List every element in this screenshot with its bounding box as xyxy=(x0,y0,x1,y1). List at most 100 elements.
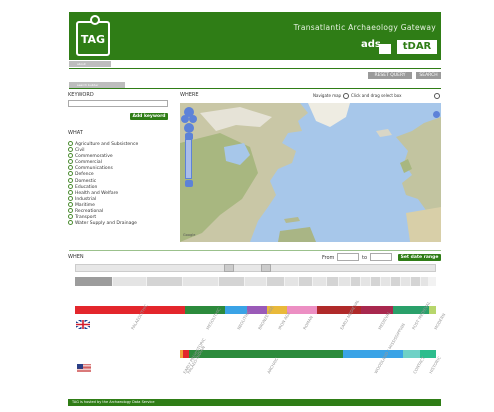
map-pan-down-icon[interactable] xyxy=(184,123,194,133)
uk-flag-icon xyxy=(76,320,90,329)
to-label: to xyxy=(362,255,368,261)
timeline-scale-segment[interactable] xyxy=(371,277,380,286)
timeline-scale-segment[interactable] xyxy=(351,277,360,286)
timeline-start-handle[interactable] xyxy=(224,264,234,272)
uk-period-labels: PALAEOLITHIC MESOLITHIC NEOLITHIC BRONZE AG… xyxy=(75,299,446,334)
timeline-scale-segment[interactable] xyxy=(381,277,390,286)
radio-icon[interactable] xyxy=(68,189,73,195)
undefined-period-label: MODERN xyxy=(432,312,446,331)
undefined-period-label: EARLY MEDIEVAL xyxy=(339,298,361,331)
radio-icon[interactable] xyxy=(68,208,73,214)
keyword-label: KEYWORD xyxy=(68,92,94,98)
radio-icon[interactable] xyxy=(68,177,73,183)
timeline-scale-segment[interactable] xyxy=(75,277,112,286)
map-terrain xyxy=(180,103,441,242)
what-item-label: Education xyxy=(75,184,98,190)
keyword-input[interactable] xyxy=(68,100,168,107)
timeline-scale-segment[interactable] xyxy=(313,277,326,286)
search-builder-rule xyxy=(69,88,441,89)
radio-icon[interactable] xyxy=(68,153,73,159)
radio-icon[interactable] xyxy=(68,220,73,226)
tdar-logo[interactable]: tDAR xyxy=(397,40,437,54)
us-period-band[interactable] xyxy=(180,350,436,358)
navigate-map-radio[interactable] xyxy=(343,93,349,99)
timeline-scale-segment[interactable] xyxy=(245,277,266,286)
radio-icon[interactable] xyxy=(68,201,73,207)
select-box-radio[interactable] xyxy=(434,93,440,99)
timeline-scale-segment[interactable] xyxy=(299,277,312,286)
tag-logo[interactable]: TAG xyxy=(76,21,110,56)
set-date-range-button[interactable]: Set date range xyxy=(398,254,441,261)
undefined-period-label: MEDIEVAL xyxy=(377,310,392,331)
radio-icon[interactable] xyxy=(68,147,73,153)
timeline-range-slider[interactable] xyxy=(75,264,436,272)
undefined-period-segment[interactable] xyxy=(343,350,403,358)
search-button[interactable]: SEARCH xyxy=(416,72,441,79)
navigate-map-option[interactable]: Navigate map xyxy=(313,93,341,98)
radio-icon[interactable] xyxy=(68,195,73,201)
undefined-period-segment[interactable] xyxy=(189,350,343,358)
page: TAG Transatlantic Archaeology Gateway ad… xyxy=(0,0,494,412)
when-rule xyxy=(69,250,441,251)
what-list: Agriculture and Subsistence Civil Commemor… xyxy=(68,141,178,226)
timeline-scale-segment[interactable] xyxy=(113,277,146,286)
timeline-scale-segment[interactable] xyxy=(267,277,284,286)
what-item-label: Domestic xyxy=(75,178,97,184)
radio-icon[interactable] xyxy=(68,165,73,171)
timeline-scale-segment[interactable] xyxy=(327,277,338,286)
map-pan-left-icon[interactable] xyxy=(181,115,189,123)
tag-logo-hole-icon xyxy=(90,15,100,25)
timeline-scale-segment[interactable] xyxy=(401,277,410,286)
timeline-scale-segment[interactable] xyxy=(411,277,420,286)
where-label: WHERE xyxy=(180,92,199,98)
radio-icon[interactable] xyxy=(68,141,73,146)
radio-icon[interactable] xyxy=(68,159,73,165)
site-title: Transatlantic Archaeology Gateway xyxy=(293,23,436,32)
reset-query-button[interactable]: RESET QUERY xyxy=(368,72,412,79)
map-pan-right-icon[interactable] xyxy=(189,115,197,123)
timeline-scale-segment[interactable] xyxy=(285,277,298,286)
timeline-scale-segment[interactable] xyxy=(147,277,182,286)
select-box-option[interactable]: Click and drag select box xyxy=(351,93,401,98)
timeline-scale-segment[interactable] xyxy=(183,277,218,286)
add-keyword-button[interactable]: Add keyword xyxy=(130,113,168,120)
footer: TAG is hosted by the Archaeology Data Se… xyxy=(68,399,441,406)
from-label: From xyxy=(322,255,335,261)
radio-icon[interactable] xyxy=(68,214,73,220)
map-credit: Google xyxy=(183,233,196,237)
from-year-input[interactable] xyxy=(337,253,359,261)
partner-logos: ads tDAR xyxy=(361,39,437,55)
timeline-scale-segment[interactable] xyxy=(219,277,244,286)
timeline-end-handle[interactable] xyxy=(261,264,271,272)
timeline-scale-segment[interactable] xyxy=(339,277,350,286)
to-year-input[interactable] xyxy=(370,253,392,261)
timeline-scale xyxy=(75,277,436,286)
undefined-period-segment[interactable] xyxy=(429,306,436,314)
undefined-period-label: ROMAN xyxy=(302,314,314,331)
timeline-scale-segment[interactable] xyxy=(421,277,428,286)
undefined-period-label: POST MEDIEVAL xyxy=(411,300,432,331)
what-item-label: Defence xyxy=(75,172,94,178)
undefined-period-segment[interactable] xyxy=(75,306,185,314)
radio-icon[interactable] xyxy=(68,183,73,189)
ads-logo-mark-icon xyxy=(379,44,391,54)
what-item-label: Water Supply and Drainage xyxy=(75,221,137,227)
what-item[interactable]: Water Supply and Drainage xyxy=(68,220,178,226)
radio-icon[interactable] xyxy=(68,171,73,177)
undefined-period-segment[interactable] xyxy=(403,350,420,358)
tab-about[interactable]: about xyxy=(69,61,111,67)
map-zoom-slider[interactable] xyxy=(185,139,192,179)
timeline-scale-segment[interactable] xyxy=(361,277,370,286)
us-period-labels: EARLY PREHISTORIC PALAEO-INDIAN ARCHAIC WOO… xyxy=(180,322,442,378)
undefined-period-label: CONTACT xyxy=(411,355,426,375)
map-zoom-out-icon[interactable] xyxy=(185,180,193,187)
uk-period-band[interactable] xyxy=(75,306,436,314)
undefined-period-label: HISTORIC xyxy=(428,355,442,375)
header-rule xyxy=(69,68,441,69)
map-view[interactable]: Google xyxy=(180,103,441,242)
ads-logo[interactable]: ads xyxy=(361,39,381,50)
undefined-period-label: ARCHAIC xyxy=(266,356,280,375)
map-overview-toggle-icon[interactable] xyxy=(433,111,440,118)
timeline-scale-segment[interactable] xyxy=(391,277,400,286)
undefined-period-label: IRON AGE xyxy=(277,310,292,331)
